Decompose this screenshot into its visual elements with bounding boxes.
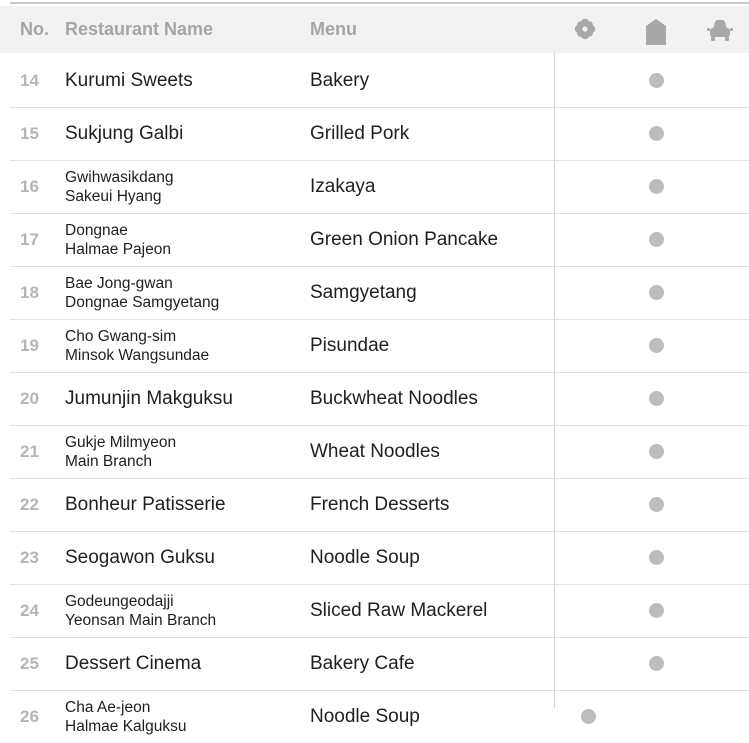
menu-item: Pisundae xyxy=(310,335,390,356)
restaurant-name-line: Dongnae Samgyetang xyxy=(65,294,220,311)
restaurant-name-line: Cha Ae-jeon xyxy=(65,699,151,716)
marker-dot-home xyxy=(649,232,664,247)
table-row: 22 Bonheur Patisserie French Desserts xyxy=(10,478,749,531)
row-number: 24 xyxy=(20,601,39,620)
restaurant-name-line: Bae Jong-gwan xyxy=(65,275,173,292)
restaurant-name-line: Yeonsan Main Branch xyxy=(65,612,217,629)
marker-dot-home xyxy=(649,285,664,300)
table-row: 17 Dongnae Halmae Pajeon Green Onion Pancak… xyxy=(10,213,749,266)
restaurant-name-line: Minsok Wangsundae xyxy=(65,347,210,364)
header-menu: Menu xyxy=(310,19,357,39)
restaurant-name-line: Halmae Pajeon xyxy=(65,241,171,258)
restaurant-name-line: Gwihwasikdang xyxy=(65,169,174,186)
row-number: 22 xyxy=(20,495,39,514)
row-number: 18 xyxy=(20,283,39,302)
menu-item: Wheat Noodles xyxy=(310,441,440,462)
table-row: 14 Kurumi Sweets Bakery xyxy=(10,55,749,107)
table-body: 14 Kurumi Sweets Bakery 15 Sukjung Galbi Gril… xyxy=(10,55,749,743)
table-row: 16 Gwihwasikdang Sakeui Hyang Izakaya xyxy=(10,160,749,213)
menu-item: Noodle Soup xyxy=(310,706,420,727)
menu-item: Sliced Raw Mackerel xyxy=(310,600,488,621)
row-number: 15 xyxy=(20,124,39,143)
marker-dot-home xyxy=(649,126,664,141)
marker-dot-home xyxy=(649,656,664,671)
menu-item: French Desserts xyxy=(310,494,450,515)
menu-item: Buckwheat Noodles xyxy=(310,388,478,409)
restaurant-name-line: Halmae Kalguksu xyxy=(65,718,187,735)
restaurant-name: Gwihwasikdang Sakeui Hyang xyxy=(65,161,174,213)
menu-item: Grilled Pork xyxy=(310,123,410,144)
restaurant-name-line: Godeungeodajji xyxy=(65,593,174,610)
header-restaurant-name: Restaurant Name xyxy=(65,19,214,39)
restaurant-name-line: Sakeui Hyang xyxy=(65,188,162,205)
restaurant-name: Godeungeodajji Yeonsan Main Branch xyxy=(65,585,216,637)
restaurant-name: Cho Gwang-sim Minsok Wangsundae xyxy=(65,320,209,372)
restaurant-name-line: Kurumi Sweets xyxy=(65,70,193,91)
row-number: 26 xyxy=(20,707,39,726)
row-number: 19 xyxy=(20,336,39,355)
marker-dot-home xyxy=(649,73,664,88)
menu-item: Noodle Soup xyxy=(310,547,420,568)
row-number: 21 xyxy=(20,442,39,461)
table-row: 23 Seogawon Guksu Noodle Soup xyxy=(10,531,749,584)
marker-dot-home xyxy=(649,444,664,459)
car-icon xyxy=(707,20,733,41)
row-number: 23 xyxy=(20,548,39,567)
table-top-rule xyxy=(10,2,749,4)
row-number: 16 xyxy=(20,177,39,196)
restaurant-name-line: Dongnae xyxy=(65,222,128,239)
restaurant-name: Dessert Cinema xyxy=(65,638,201,690)
restaurant-name: Dongnae Halmae Pajeon xyxy=(65,214,171,266)
marker-dot-home xyxy=(649,391,664,406)
restaurant-name: Seogawon Guksu xyxy=(65,532,215,584)
row-number: 17 xyxy=(20,230,39,249)
row-number: 20 xyxy=(20,389,39,408)
restaurant-name-line: Jumunjin Makguksu xyxy=(65,388,233,409)
restaurant-name: Cha Ae-jeon Halmae Kalguksu xyxy=(65,691,186,743)
menu-item: Bakery xyxy=(310,70,370,91)
restaurant-name: Bae Jong-gwan Dongnae Samgyetang xyxy=(65,267,219,319)
home-icon xyxy=(646,19,666,45)
restaurant-name: Gukje Milmyeon Main Branch xyxy=(65,426,176,478)
row-number: 25 xyxy=(20,654,39,673)
marker-dot-home xyxy=(649,179,664,194)
marker-dot-home xyxy=(649,497,664,512)
menu-item: Izakaya xyxy=(310,176,376,197)
marker-dot-flower xyxy=(581,709,596,724)
flower-icon xyxy=(574,18,596,40)
table-row: 18 Bae Jong-gwan Dongnae Samgyetang Samgyet… xyxy=(10,266,749,319)
menu-item: Green Onion Pancake xyxy=(310,229,499,250)
table-row: 19 Cho Gwang-sim Minsok Wangsundae Pisundae xyxy=(10,319,749,372)
marker-dot-home xyxy=(649,550,664,565)
row-number: 14 xyxy=(20,71,39,90)
restaurant-name-line: Sukjung Galbi xyxy=(65,123,184,144)
table-row: 26 Cha Ae-jeon Halmae Kalguksu Noodle Soup xyxy=(10,690,749,743)
table-header: No. Restaurant Name Menu xyxy=(0,6,749,53)
table-row: 20 Jumunjin Makguksu Buckwheat Noodles xyxy=(10,372,749,425)
restaurant-name-line: Dessert Cinema xyxy=(65,653,202,674)
menu-item: Samgyetang xyxy=(310,282,417,303)
table-row: 21 Gukje Milmyeon Main Branch Wheat Noodles xyxy=(10,425,749,478)
restaurant-name-line: Main Branch xyxy=(65,453,153,470)
header-no: No. xyxy=(20,19,49,39)
table-row: 15 Sukjung Galbi Grilled Pork xyxy=(10,107,749,160)
restaurant-name-line: Gukje Milmyeon xyxy=(65,434,177,451)
restaurant-name: Jumunjin Makguksu xyxy=(65,373,233,425)
restaurant-name-line: Bonheur Patisserie xyxy=(65,494,226,515)
table-row: 25 Dessert Cinema Bakery Cafe xyxy=(10,637,749,690)
marker-dot-home xyxy=(649,603,664,618)
menu-item: Bakery Cafe xyxy=(310,653,415,674)
marker-dot-home xyxy=(649,338,664,353)
restaurant-name-line: Cho Gwang-sim xyxy=(65,328,177,345)
table-row: 24 Godeungeodajji Yeonsan Main Branch Slice… xyxy=(10,584,749,637)
restaurant-name: Bonheur Patisserie xyxy=(65,479,226,531)
restaurant-name: Sukjung Galbi xyxy=(65,108,183,160)
restaurant-name-line: Seogawon Guksu xyxy=(65,547,215,568)
restaurant-name: Kurumi Sweets xyxy=(65,55,193,107)
